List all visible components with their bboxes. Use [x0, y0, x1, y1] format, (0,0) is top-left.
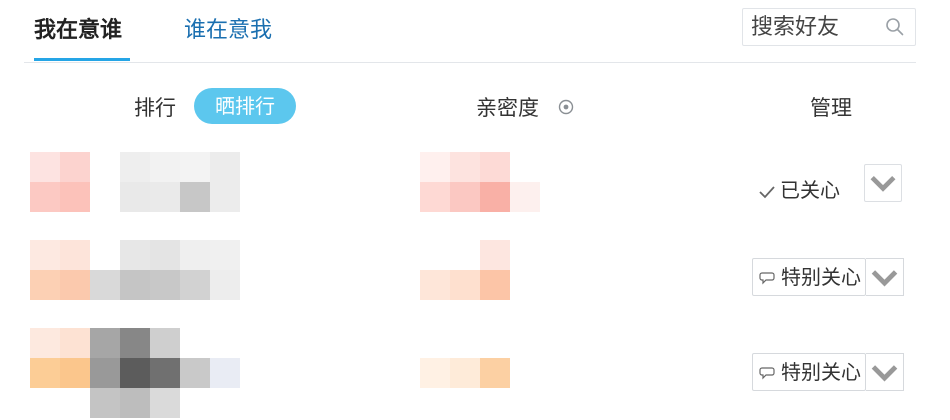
- dropdown-button[interactable]: [866, 258, 904, 296]
- cared-label: 已关心: [780, 178, 840, 202]
- search-input[interactable]: [751, 11, 877, 43]
- column-header-intimacy: 亲密度: [476, 96, 539, 120]
- dropdown-button[interactable]: [866, 353, 904, 391]
- column-header-manage: 管理: [810, 96, 852, 120]
- chat-bubble-icon: [759, 367, 775, 380]
- chevron-down-icon: [871, 270, 898, 287]
- special-care-button[interactable]: 特别关心: [752, 353, 866, 391]
- special-care-button[interactable]: 特别关心: [752, 258, 866, 296]
- check-icon: [759, 185, 775, 198]
- pixelated-friend-info: [30, 240, 240, 300]
- pixelated-intimacy-value: [420, 152, 540, 212]
- chevron-down-icon: [871, 365, 898, 382]
- column-header-rank: 排行: [134, 96, 176, 120]
- special-care-label: 特别关心: [781, 265, 861, 289]
- active-tab-indicator: [34, 58, 130, 61]
- pixelated-intimacy-value: [420, 358, 540, 388]
- chevron-down-icon: [870, 175, 896, 192]
- pixelated-intimacy-value: [420, 240, 540, 300]
- search-box: [742, 8, 916, 46]
- tab-who-cares-me[interactable]: 谁在意我: [184, 12, 272, 44]
- tabs-divider: [24, 62, 916, 63]
- chat-bubble-icon: [759, 272, 775, 285]
- cared-button[interactable]: 已关心: [758, 174, 840, 203]
- pixelated-friend-info: [30, 152, 240, 212]
- help-icon[interactable]: [558, 99, 574, 115]
- share-rank-button[interactable]: 晒排行: [194, 88, 296, 124]
- special-care-label: 特别关心: [781, 360, 861, 384]
- dropdown-button[interactable]: [864, 164, 902, 202]
- pixelated-friend-info: [30, 328, 240, 418]
- search-icon[interactable]: [885, 17, 905, 37]
- tab-my-concerns[interactable]: 我在意谁: [34, 12, 122, 44]
